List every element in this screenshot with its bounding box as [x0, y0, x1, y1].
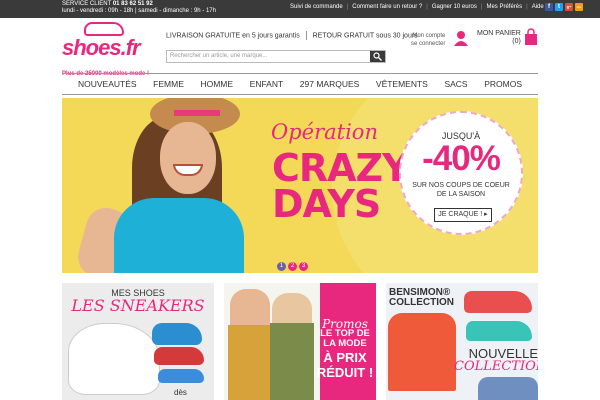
tile-sneakers-price: dès	[174, 388, 187, 397]
red-tennis-shoe-image	[464, 291, 532, 313]
nav-promos[interactable]: PROMOS	[484, 79, 522, 89]
cart-link[interactable]: MON PANIER (0)	[477, 30, 521, 46]
link-aide[interactable]: Aide	[532, 4, 544, 10]
main-nav: NOUVEAUTÉS FEMME HOMME ENFANT 297 MARQUE…	[62, 73, 538, 95]
free-return-label: RETOUR GRATUIT	[312, 32, 375, 40]
model-top	[114, 198, 244, 273]
page: SERVICE CLIENT 01 83 62 51 92 lundi - ve…	[0, 0, 600, 400]
user-icon[interactable]	[453, 30, 469, 46]
blue-shirt-image	[478, 377, 538, 400]
red-sneaker-image	[154, 347, 204, 365]
bensimon-brand: BENSIMON® COLLECTION	[389, 288, 454, 308]
banner-operation: Opération	[271, 120, 378, 144]
bensimon-collection: COLLECTION	[389, 297, 454, 308]
model-1-outfit	[228, 325, 272, 400]
new-collection-line-2: COLLECTION	[454, 359, 538, 374]
tile-promos-line-3: À PRIX	[323, 350, 367, 365]
account-label: Mon compte	[412, 33, 446, 39]
craque-button[interactable]: JE CRAQUE ! ▸	[434, 208, 492, 222]
top-links: Suivi de commande | Comment faire un reto…	[290, 4, 544, 10]
link-suivi-commande[interactable]: Suivi de commande	[290, 4, 343, 10]
search-bar: Rechercher un article, une marque...	[166, 50, 386, 63]
facebook-icon[interactable]: f	[545, 3, 553, 11]
nav-marques[interactable]: 297 MARQUES	[300, 79, 360, 89]
banner-title: CRAZY DAYS	[272, 146, 410, 226]
service-promises: LIVRAISON GRATUITE en 5 jours garantis R…	[166, 31, 418, 40]
model-2-outfit	[270, 323, 314, 400]
service-client: SERVICE CLIENT 01 83 62 51 92 lundi - ve…	[62, 1, 216, 15]
site-logo[interactable]: shoes.fr	[62, 22, 162, 62]
carousel-dot-2[interactable]: 2	[288, 262, 297, 271]
new-collection-label: NOUVELLE COLLECTION	[454, 347, 538, 373]
badge-percent: -40%	[422, 139, 501, 178]
logo-text: shoes.fr	[62, 35, 141, 60]
carousel-dot-3[interactable]: 3	[299, 262, 308, 271]
link-preferes[interactable]: Mes Préférés	[486, 4, 522, 10]
badge-sub-2: DE LA SAISON	[436, 191, 486, 198]
search-icon	[373, 52, 382, 61]
rss-icon[interactable]: rss	[575, 3, 583, 11]
search-input[interactable]: Rechercher un article, une marque...	[170, 53, 267, 59]
nav-sacs[interactable]: SACS	[444, 79, 467, 89]
account-login: se connecter	[411, 41, 446, 47]
tile-promos-line-2: LA MODE	[323, 338, 367, 349]
badge-sub-1: SUR NOS COUPS DE COEUR	[412, 182, 510, 189]
twitter-icon[interactable]: t	[555, 3, 563, 11]
link-gagner[interactable]: Gagner 10 euros	[432, 4, 477, 10]
badge-subtitle: SUR NOS COUPS DE COEUR DE LA SAISON	[401, 181, 521, 199]
nav-enfant[interactable]: ENFANT	[250, 79, 284, 89]
discount-badge: JUSQU'À -40% SUR NOS COUPS DE COEUR DE L…	[399, 111, 523, 235]
white-sneaker-image	[68, 323, 160, 395]
free-delivery-detail: en 5 jours garantis	[242, 32, 300, 40]
cart-count: (0)	[512, 38, 521, 45]
tile-sneakers-subtitle: LES SNEAKERS	[71, 296, 205, 315]
top-bar: SERVICE CLIENT 01 83 62 51 92 lundi - ve…	[0, 0, 600, 18]
model-hatband	[174, 110, 220, 116]
google-plus-icon[interactable]: g+	[565, 3, 573, 11]
hero-banner[interactable]: Opération CRAZY DAYS JUSQU'À -40% SUR NO…	[62, 98, 538, 273]
service-phone[interactable]: 01 83 62 51 92	[113, 1, 153, 7]
promo-models-image	[224, 283, 320, 400]
tile-sneakers[interactable]: MES SHOES LES SNEAKERS dès	[62, 283, 214, 400]
shopping-bag-icon[interactable]	[524, 28, 538, 46]
banner-crazy: CRAZY	[272, 146, 410, 190]
orange-shirt-image	[388, 313, 456, 391]
tile-promos[interactable]: Promos LE TOP DE LA MODE À PRIX RÉDUIT !	[224, 283, 376, 400]
model-face	[160, 122, 216, 194]
nav-nouveautes[interactable]: NOUVEAUTÉS	[78, 79, 137, 89]
tile-promos-text: Promos LE TOP DE LA MODE À PRIX RÉDUIT !	[312, 318, 376, 380]
banner-days: DAYS	[272, 182, 381, 226]
carousel-dots: 1 2 3	[277, 262, 308, 271]
search-button[interactable]	[370, 51, 385, 62]
tile-bensimon[interactable]: BENSIMON® COLLECTION NOUVELLE COLLECTION	[386, 283, 538, 400]
blue-sneaker-image	[152, 323, 202, 345]
cart-label: MON PANIER	[477, 30, 521, 37]
service-label: SERVICE CLIENT	[62, 1, 112, 7]
link-retour[interactable]: Comment faire un retour ?	[352, 4, 422, 10]
teal-tennis-shoe-image	[466, 321, 532, 341]
social-icons: f t g+ rss	[545, 3, 583, 11]
shoe-logo-icon	[84, 22, 124, 36]
free-delivery-label: LIVRAISON GRATUITE	[166, 32, 241, 40]
carousel-dot-1[interactable]: 1	[277, 262, 286, 271]
service-hours: lundi - vendredi : 09h - 18h | samedi - …	[62, 8, 216, 14]
blue-sneaker-2-image	[158, 369, 204, 383]
tile-promos-line-4: RÉDUIT !	[316, 365, 374, 380]
nav-femme[interactable]: FEMME	[153, 79, 184, 89]
account-link[interactable]: Mon compte se connecter	[411, 32, 445, 48]
divider	[305, 31, 307, 40]
nav-vetements[interactable]: VÊTEMENTS	[376, 79, 428, 89]
nav-homme[interactable]: HOMME	[200, 79, 233, 89]
